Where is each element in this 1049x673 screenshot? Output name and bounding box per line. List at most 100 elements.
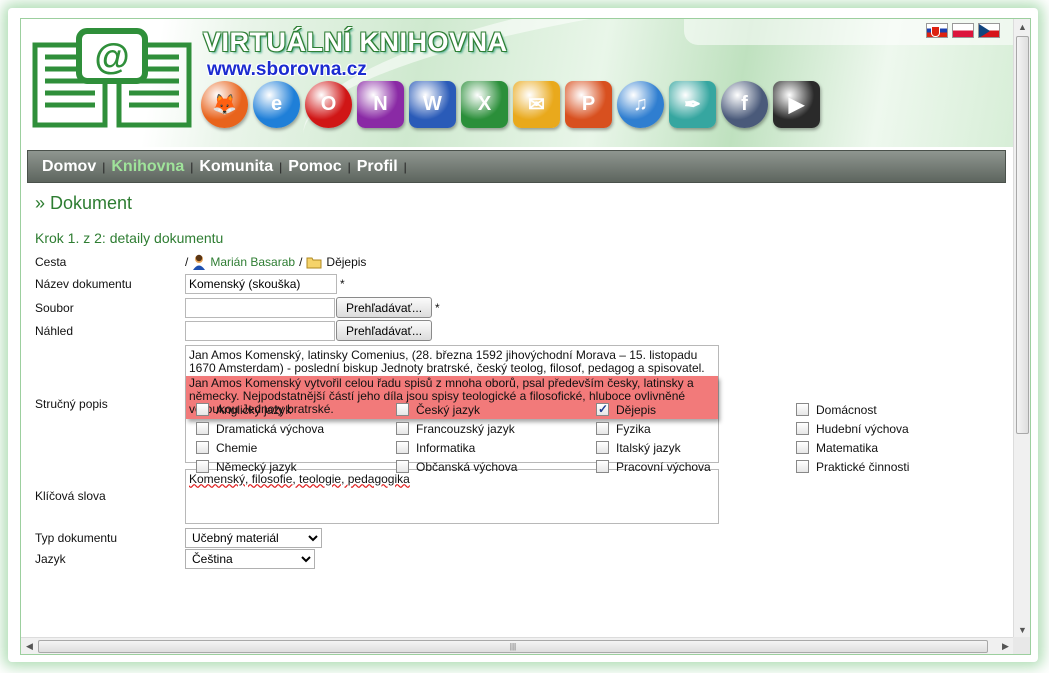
horizontal-scroll-thumb[interactable]: ||| xyxy=(38,640,988,653)
site-url[interactable]: www.sborovna.cz xyxy=(207,59,367,81)
music-cd-icon[interactable]: ♫ xyxy=(617,81,664,128)
subject-checkbox-item[interactable]: Informatika xyxy=(396,440,596,455)
preview-browse-button[interactable]: Prehľadávať... xyxy=(336,320,433,341)
subject-checkbox-item[interactable]: Anglický jazyk xyxy=(196,403,396,417)
onenote-icon[interactable]: N xyxy=(357,81,404,128)
path-folder: Dějepis xyxy=(326,255,367,269)
path-user-link[interactable]: Marián Basarab xyxy=(210,255,295,269)
page-frame: @ VIRTUÁLNÍ KNIHOVNA www.sborovna.cz 🦊 e O… xyxy=(0,0,1049,673)
nav-domov[interactable]: Domov xyxy=(36,158,102,176)
subject-checkbox-item[interactable]: Německý jazyk xyxy=(196,459,396,474)
word-icon[interactable]: W xyxy=(409,81,456,128)
subject-label: Dramatická výchova xyxy=(216,421,325,436)
outlook-icon[interactable]: ✉ xyxy=(513,81,560,128)
subject-checkbox-item[interactable]: Dramatická výchova xyxy=(196,421,396,436)
horizontal-scrollbar[interactable]: ◀ ||| ▶ xyxy=(21,637,1014,654)
user-icon xyxy=(193,254,206,270)
document-name-input[interactable] xyxy=(185,274,337,294)
checkbox-unchecked[interactable] xyxy=(196,441,209,454)
nav-komunita[interactable]: Komunita xyxy=(193,158,279,176)
page-title: » Dokument xyxy=(35,193,133,213)
checkbox-unchecked[interactable] xyxy=(396,460,409,473)
book-at-logo-icon[interactable]: @ xyxy=(27,27,197,135)
subject-label: Francouzský jazyk xyxy=(416,421,515,436)
content-area: » Dokument Krok 1. z 2: detaily dokument… xyxy=(35,193,995,569)
slovak-flag-icon[interactable] xyxy=(926,23,948,38)
document-type-select[interactable]: Učebný materiál xyxy=(185,527,322,548)
language-select[interactable]: Čeština xyxy=(185,548,315,569)
checkbox-unchecked[interactable] xyxy=(196,403,209,416)
keywords-textarea[interactable]: Komenský, filosofie, teologie, pedagogik… xyxy=(185,468,719,524)
checkbox-unchecked[interactable] xyxy=(396,441,409,454)
path-breadcrumb: / Marián Basarab / Dějepis xyxy=(185,254,366,270)
checkbox-unchecked[interactable] xyxy=(196,422,209,435)
language-label: Jazyk xyxy=(35,551,66,566)
subject-checkbox-item[interactable]: Chemie xyxy=(196,440,396,455)
step-title: Krok 1. z 2: detaily dokumentu xyxy=(35,230,224,246)
path-row: Cesta / Marián Basarab / Dějepis xyxy=(35,252,995,272)
czech-flag-icon[interactable] xyxy=(978,23,1000,38)
checkbox-unchecked[interactable] xyxy=(596,441,609,454)
subject-checkbox-item[interactable]: Francouzský jazyk xyxy=(396,421,596,436)
feather-icon[interactable]: ✒ xyxy=(669,81,716,128)
preview-label: Náhled xyxy=(35,323,74,338)
folder-icon xyxy=(306,257,322,268)
file-input[interactable] xyxy=(185,297,335,318)
opera-icon[interactable]: O xyxy=(305,81,352,128)
subject-checkbox-item[interactable]: Praktické činnosti xyxy=(796,459,996,474)
subject-checkbox-item[interactable]: Hudební výchova xyxy=(796,422,996,436)
scroll-left-icon[interactable]: ◀ xyxy=(21,638,38,654)
subject-checkbox-item[interactable]: Pracovní výchova xyxy=(596,460,796,474)
internet-explorer-icon[interactable]: e xyxy=(253,81,300,128)
vertical-scroll-thumb[interactable] xyxy=(1016,36,1029,434)
checkbox-unchecked[interactable] xyxy=(796,422,809,435)
checkbox-unchecked[interactable] xyxy=(596,460,609,473)
subject-checkbox-item[interactable]: Matematika xyxy=(796,440,996,455)
file-row: Soubor Prehľadávať... * xyxy=(35,296,995,319)
nav-separator: | xyxy=(403,159,407,174)
checkbox-unchecked[interactable] xyxy=(396,422,409,435)
checkbox-unchecked[interactable] xyxy=(796,403,809,416)
scrollbar-corner xyxy=(1013,637,1030,654)
subject-label: Praktické činnosti xyxy=(816,459,910,474)
subject-checkbox-item[interactable]: Občanská výchova xyxy=(396,460,596,474)
checkbox-unchecked[interactable] xyxy=(396,403,409,416)
vertical-scrollbar[interactable]: ▲ ▼ xyxy=(1013,19,1030,639)
subject-label: Německý jazyk xyxy=(216,459,297,474)
subject-checkbox-item[interactable]: Domácnost xyxy=(796,402,996,417)
subject-checkbox-item[interactable]: Fyzika xyxy=(596,422,796,436)
svg-text:@: @ xyxy=(94,36,129,77)
avi-video-icon[interactable]: ▶ xyxy=(773,81,820,128)
subject-label: Domácnost xyxy=(816,402,877,417)
flash-icon[interactable]: f xyxy=(721,81,768,128)
powerpoint-icon[interactable]: P xyxy=(565,81,612,128)
nav-knihovna[interactable]: Knihovna xyxy=(105,158,190,176)
site-title[interactable]: VIRTUÁLNÍ KNIHOVNA xyxy=(203,27,508,58)
required-mark: * xyxy=(435,300,440,315)
file-browse-button[interactable]: Prehľadávať... xyxy=(336,297,433,318)
checkbox-checked[interactable] xyxy=(596,402,609,416)
nav-pomoc[interactable]: Pomoc xyxy=(282,158,347,176)
subject-label: Matematika xyxy=(816,440,879,455)
preview-row: Náhled Prehľadávať... xyxy=(35,319,995,342)
checkbox-unchecked[interactable] xyxy=(796,460,809,473)
subject-label: Informatika xyxy=(416,440,476,455)
nav-profil[interactable]: Profil xyxy=(351,158,404,176)
subject-label: Chemie xyxy=(216,440,258,455)
checkbox-unchecked[interactable] xyxy=(196,460,209,473)
summary-paragraph-1: Jan Amos Komenský, latinsky Comenius, (2… xyxy=(189,348,705,375)
subject-checkbox-item[interactable]: Italský jazyk xyxy=(596,441,796,455)
checkbox-unchecked[interactable] xyxy=(796,441,809,454)
scroll-up-icon[interactable]: ▲ xyxy=(1014,19,1030,36)
subject-checkbox-item[interactable]: Český jazyk xyxy=(396,403,596,417)
app-icons-row: 🦊 e O N W X ✉ P ♫ ✒ f ▶ xyxy=(201,81,820,128)
checkbox-unchecked[interactable] xyxy=(596,422,609,435)
polish-flag-icon[interactable] xyxy=(952,23,974,38)
scroll-right-icon[interactable]: ▶ xyxy=(997,638,1014,654)
preview-input[interactable] xyxy=(185,320,335,341)
excel-icon[interactable]: X xyxy=(461,81,508,128)
keywords-row: Klíčová slova Komenský, filosofie, teolo… xyxy=(35,468,995,524)
firefox-icon[interactable]: 🦊 xyxy=(201,81,248,128)
keywords-text: Komenský, filosofie, teologie, pedagogik… xyxy=(189,471,410,486)
subject-checkbox-item[interactable]: Dějepis xyxy=(596,402,796,417)
